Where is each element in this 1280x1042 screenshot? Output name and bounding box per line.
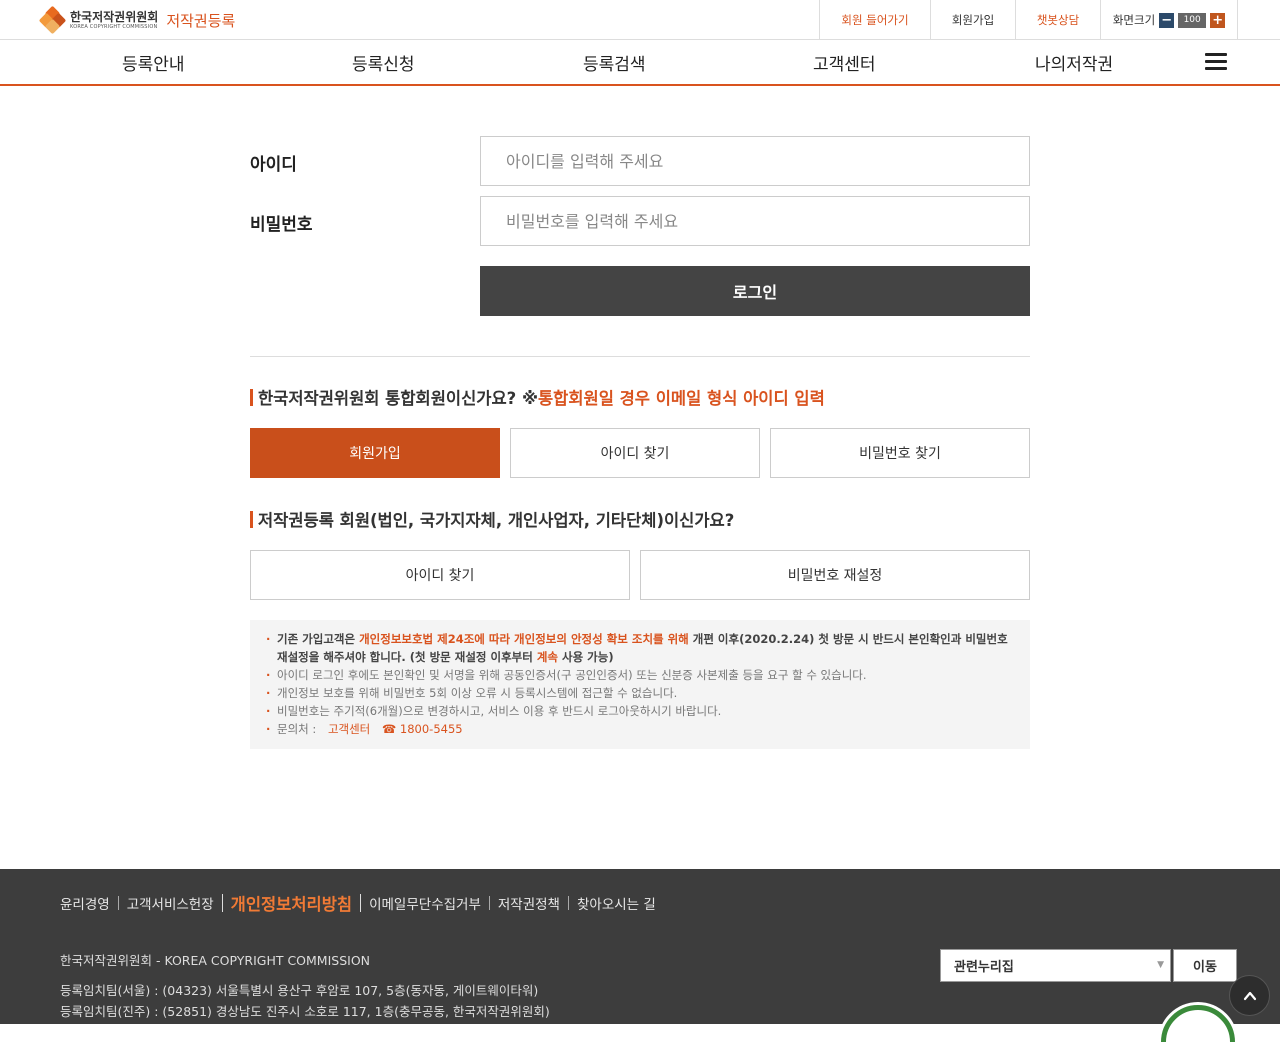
nav-item-registration-search[interactable]: 등록검색 [583,40,646,84]
notice-item: 개인정보 보호를 위해 비밀번호 5회 이상 오류 시 등록시스템에 접근할 수… [266,684,1014,702]
reset-password-button[interactable]: 비밀번호 재설정 [640,550,1030,600]
phone-number: ☎ 1800-5455 [381,722,463,736]
notice-text: 사용 가능) [558,650,614,664]
utility-menu: 회원 들어가기 회원가입 챗봇상담 화면크기 − 100 + [819,0,1238,40]
integrated-member-title: 한국저작권위원회 통합회원이신가요? ※ 통합회원일 경우 이메일 형식 아이디… [250,385,825,409]
separator [488,896,490,910]
login-button[interactable]: 로그인 [480,266,1030,316]
logo-text: 한국저작권위원회 KOREA COPYRIGHT COMMISSION [70,11,158,30]
footer-links: 윤리경영 고객서비스헌장 개인정보처리방침 이메일무단수집거부 저작권정책 찾아… [60,891,656,915]
member-login-link[interactable]: 회원 들어가기 [820,0,931,40]
footer-org: 한국저작권위원회 - KOREA COPYRIGHT COMMISSION [60,953,371,968]
footer-link-email-refusal[interactable]: 이메일무단수집거부 [369,893,481,913]
hamburger-icon[interactable] [1205,53,1227,71]
site-logo[interactable]: 한국저작권위원회 KOREA COPYRIGHT COMMISSION 저작권등… [38,5,236,35]
service-name: 저작권등록 [166,11,236,30]
logo-mark-icon [38,5,67,35]
go-button[interactable]: 이동 [1173,949,1237,982]
footer-link-privacy[interactable]: 개인정보처리방침 [231,891,352,915]
footer-link-service-charter[interactable]: 고객서비스헌장 [127,893,214,913]
inquiry-label: 문의처 : [277,722,317,736]
separator [360,894,362,912]
minus-icon[interactable]: − [1159,12,1175,28]
customer-center-link[interactable]: 고객센터 [328,722,370,736]
notice-box: 기존 가입고객은 개인정보보호법 제24조에 따라 개인정보의 안정성 확보 조… [250,620,1030,749]
related-sites-select[interactable]: 관련누리집 ▼ [940,949,1171,982]
logo-korean: 한국저작권위원회 [70,9,159,24]
separator [567,896,569,910]
notice-text: 기존 가입고객은 [277,632,360,646]
notice-item: 아이디 로그인 후에도 본인확인 및 서명을 위해 공동인증서(구 공인인증서)… [266,666,1014,684]
separator [117,896,119,910]
zoom-control: 화면크기 − 100 + [1101,0,1238,40]
registration-find-id-button[interactable]: 아이디 찾기 [250,550,630,600]
footer: 윤리경영 고객서비스헌장 개인정보처리방침 이메일무단수집거부 저작권정책 찾아… [0,869,1280,1024]
zoom-label: 화면크기 [1112,13,1156,27]
chevron-up-icon [1243,991,1256,1000]
find-password-button[interactable]: 비밀번호 찾기 [770,428,1030,478]
top-bar: 한국저작권위원회 KOREA COPYRIGHT COMMISSION 저작권등… [0,0,1280,40]
notice-item: 비밀번호는 주기적(6개월)으로 변경하시고, 서비스 이용 후 반드시 로그아… [266,702,1014,720]
scroll-top-button[interactable] [1229,975,1270,1016]
nav-item-customer-center[interactable]: 고객센터 [813,40,876,84]
notice-highlight: 계속 [536,650,558,664]
id-label: 아이디 [250,155,297,175]
footer-link-directions[interactable]: 찾아오시는 길 [577,893,656,913]
footer-link-ethics[interactable]: 윤리경영 [60,893,110,913]
footer-address-seoul: 등록임치팀(서울) : (04323) 서울특별시 용산구 후암로 107, 5… [60,983,539,998]
integrated-member-hint: 통합회원일 경우 이메일 형식 아이디 입력 [537,389,825,408]
notice-item-inquiry: 문의처 : 고객센터 ☎ 1800-5455 [266,720,1014,738]
zoom-value: 100 [1178,12,1207,28]
integrated-member-question: 한국저작권위원회 통합회원이신가요? ※ [258,389,538,408]
plus-icon[interactable]: + [1210,12,1226,28]
logo-english: KOREA COPYRIGHT COMMISSION [70,23,158,30]
password-label: 비밀번호 [250,215,313,235]
signup-link[interactable]: 회원가입 [931,0,1016,40]
title-bar [250,388,253,406]
footer-address-jinju: 등록임치팀(진주) : (52851) 경상남도 진주시 소호로 117, 1층… [60,1004,550,1019]
divider [250,356,1030,357]
chatbot-link[interactable]: 챗봇상담 [1016,0,1101,40]
id-input[interactable] [480,136,1030,186]
password-input[interactable] [480,196,1030,246]
notice-item: 기존 가입고객은 개인정보보호법 제24조에 따라 개인정보의 안정성 확보 조… [266,630,1014,666]
separator [221,894,223,912]
nav-item-registration-guide[interactable]: 등록안내 [122,40,185,84]
registration-member-question: 저작권등록 회원(법인, 국가지자체, 개인사업자, 기타단체)이신가요? [258,511,735,530]
notice-highlight: 개인정보보호법 제24조에 따라 개인정보의 안정성 확보 조치를 위해 [359,632,689,646]
registration-member-title: 저작권등록 회원(법인, 국가지자체, 개인사업자, 기타단체)이신가요? [250,507,734,531]
main-navigation: 등록안내 등록신청 등록검색 고객센터 나의저작권 [0,40,1280,86]
signup-button[interactable]: 회원가입 [250,428,500,478]
find-id-button[interactable]: 아이디 찾기 [510,428,760,478]
chevron-down-icon: ▼ [1157,960,1164,970]
nav-item-my-copyright[interactable]: 나의저작권 [1035,40,1113,84]
related-sites-value: 관련누리집 [954,960,1014,975]
title-bar [250,510,253,528]
footer-link-copyright-policy[interactable]: 저작권정책 [498,893,560,913]
nav-item-registration-apply[interactable]: 등록신청 [352,40,415,84]
